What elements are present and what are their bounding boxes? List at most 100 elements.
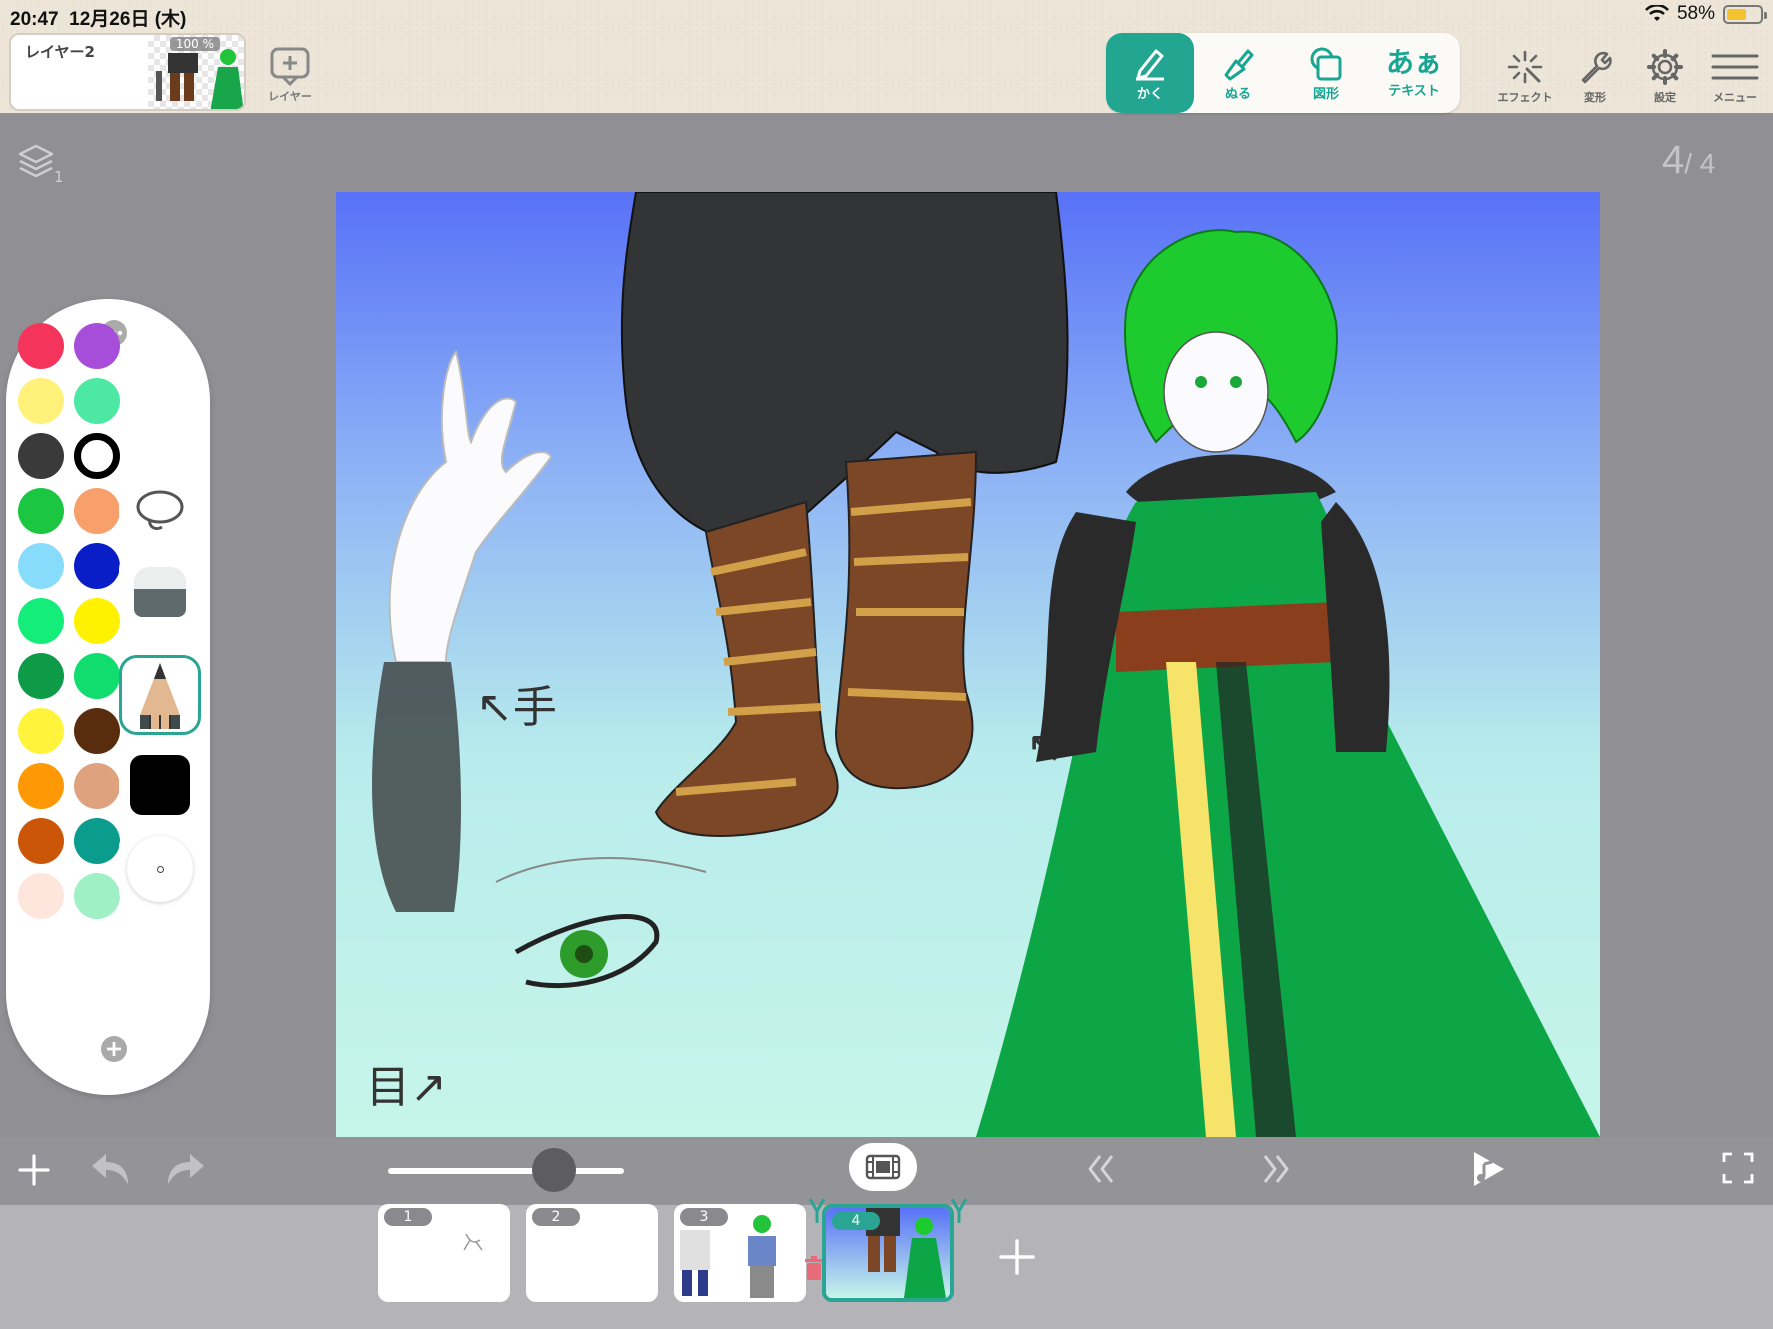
eraser-icon [134, 567, 186, 617]
next-frame-icon[interactable] [1259, 1152, 1293, 1186]
frame-number: 4 [832, 1212, 880, 1230]
pencil-icon [1136, 49, 1164, 80]
frame-counter: 4/ 4 [1662, 138, 1715, 183]
effect-label: エフェクト [1497, 91, 1553, 104]
brush-icon [1224, 49, 1254, 80]
color-swatch[interactable] [18, 598, 64, 644]
color-swatch[interactable] [18, 818, 64, 864]
drawing-canvas[interactable]: ↖手 ↖くつ 目↗ [336, 192, 1600, 1137]
current-layer-thumbnail[interactable]: レイヤー2 100 % [9, 33, 246, 111]
status-indicators: 58% [1645, 3, 1767, 25]
color-swatch[interactable] [74, 763, 120, 809]
add-frame-plus-icon[interactable] [16, 1152, 52, 1188]
color-swatch[interactable] [18, 433, 64, 479]
hand-note: ↖手 [476, 682, 557, 733]
add-layer-icon [270, 47, 310, 86]
battery-icon [1723, 4, 1767, 24]
brush-size-preview [127, 836, 193, 902]
play-sound-icon[interactable] [1470, 1150, 1506, 1188]
svg-text:↖手: ↖手 [476, 682, 557, 733]
right-toolbar: エフェクト 変形 設定 メニュー [1497, 48, 1763, 105]
artwork-illustration: ↖手 ↖くつ 目↗ [366, 192, 1600, 1137]
fullscreen-icon[interactable] [1722, 1152, 1754, 1184]
color-swatch[interactable] [74, 873, 120, 919]
color-palette-panel [6, 299, 210, 1095]
film-view-toggle[interactable] [849, 1143, 917, 1191]
color-swatch[interactable] [74, 323, 120, 369]
transform-button[interactable]: 変形 [1567, 48, 1623, 105]
layers-indicator-button[interactable]: 1 [18, 144, 64, 186]
mode-shape-button[interactable]: 図形 [1282, 33, 1370, 113]
color-swatch[interactable] [18, 708, 64, 754]
effect-button[interactable]: エフェクト [1497, 48, 1553, 105]
color-swatch[interactable] [18, 763, 64, 809]
frame-thumbnail-3[interactable]: 3 [674, 1204, 806, 1302]
color-swatch[interactable] [74, 818, 120, 864]
color-swatch[interactable] [74, 653, 120, 699]
mode-fill-button[interactable]: ぬる [1194, 33, 1282, 113]
redo-icon[interactable] [164, 1150, 208, 1188]
frame-number: 3 [680, 1208, 728, 1226]
frame-thumbnail-2[interactable]: 2 [526, 1204, 658, 1302]
pencil-tip-icon [140, 663, 180, 729]
mode-text-label: テキスト [1388, 83, 1440, 99]
color-swatch[interactable] [18, 653, 64, 699]
hamburger-menu-icon [1711, 54, 1759, 80]
text-icon: あぁ [1385, 45, 1442, 79]
add-frame-icon[interactable] [998, 1238, 1036, 1276]
color-swatch[interactable] [74, 598, 120, 644]
mode-draw-label: かく [1136, 86, 1163, 102]
battery-percent: 58% [1676, 3, 1715, 24]
color-swatch[interactable] [74, 378, 120, 424]
wifi-icon [1645, 5, 1669, 21]
onion-skin-marker-right-icon[interactable] [950, 1197, 968, 1225]
color-swatch[interactable] [18, 873, 64, 919]
mode-shape-label: 図形 [1312, 86, 1339, 102]
gear-icon [1647, 49, 1683, 85]
eye-note: 目↗ [366, 1062, 447, 1113]
lasso-icon [136, 490, 184, 531]
transform-label: 変形 [1584, 91, 1606, 104]
color-swatch[interactable] [74, 708, 120, 754]
layer-name: レイヤー2 [25, 43, 95, 61]
color-swatch[interactable] [18, 378, 64, 424]
frame-number: 2 [532, 1208, 580, 1226]
mode-draw-button[interactable]: かく [1106, 33, 1194, 113]
add-layer-label: レイヤー [268, 90, 312, 103]
add-color-icon[interactable] [100, 1035, 128, 1063]
frame-number: 1 [384, 1208, 432, 1226]
color-swatch[interactable] [18, 543, 64, 589]
frame-thumbnail-4[interactable]: 4 [822, 1204, 954, 1302]
mode-fill-label: ぬる [1224, 86, 1251, 102]
color-swatch[interactable] [74, 433, 120, 479]
color-swatch[interactable] [74, 488, 120, 534]
undo-icon[interactable] [88, 1150, 132, 1188]
menu-button[interactable]: メニュー [1707, 48, 1763, 105]
layer-count: 1 [54, 168, 64, 186]
svg-text:目↗: 目↗ [366, 1062, 447, 1113]
color-swatch[interactable] [74, 543, 120, 589]
onion-skin-marker-left-icon[interactable] [808, 1197, 826, 1225]
frame-thumbnail-1[interactable]: 1 [378, 1204, 510, 1302]
mode-text-button[interactable]: あぁ テキスト [1370, 33, 1458, 113]
brush-opacity-slider-track[interactable] [388, 1168, 624, 1174]
color-swatch[interactable] [18, 323, 64, 369]
settings-button[interactable]: 設定 [1637, 48, 1693, 105]
brush-size-button[interactable] [119, 829, 201, 909]
current-color-swatch [130, 755, 190, 815]
delete-frame-icon[interactable] [804, 1256, 824, 1282]
shape-icon [1310, 47, 1342, 80]
layer-opacity: 100 % [169, 37, 220, 51]
pencil-tool-button[interactable] [119, 655, 201, 735]
layers-stack-icon [18, 144, 54, 178]
status-time: 20:47 12月26日 (木) [10, 9, 187, 30]
color-swatch[interactable] [18, 488, 64, 534]
eraser-tool-button[interactable] [119, 551, 201, 631]
lasso-tool-button[interactable] [119, 471, 201, 551]
current-color-button[interactable] [119, 745, 201, 825]
brush-opacity-slider-thumb[interactable] [532, 1148, 576, 1192]
add-layer-button[interactable]: レイヤー [263, 46, 317, 108]
frame-current: 4 [1662, 138, 1685, 182]
film-strip-icon [865, 1154, 901, 1180]
previous-frame-icon[interactable] [1084, 1152, 1118, 1186]
